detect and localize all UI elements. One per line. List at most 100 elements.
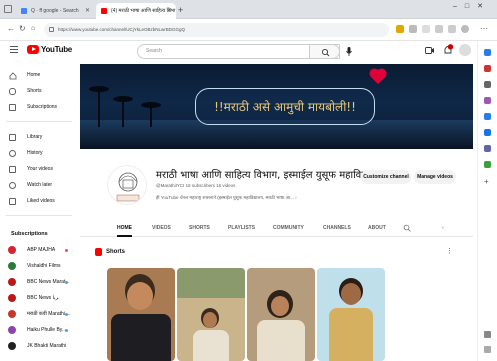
short-thumbnail[interactable] [317, 268, 385, 361]
channel-avatar [8, 262, 16, 270]
library-icon [9, 134, 16, 141]
subscription-label: BBC News ﺮﺑﺎ [27, 295, 59, 301]
channel-logo[interactable] [107, 165, 147, 205]
sidebar-item-history[interactable]: History [0, 147, 78, 160]
short-thumbnail[interactable] [107, 268, 175, 361]
subscription-label: JK Bhakti Marathi [27, 343, 67, 349]
palm-tree [98, 87, 100, 127]
sidebar-item-your-videos[interactable]: Your videos [0, 163, 78, 176]
subscription-item[interactable]: JK Bhakti Marathi [0, 340, 78, 353]
home-icon [9, 72, 17, 80]
drop-icon[interactable] [484, 161, 491, 168]
customize-channel-button[interactable]: Customize channel [361, 170, 411, 184]
browser-menu-icon[interactable] [4, 5, 12, 13]
tab-videos[interactable]: VIDEOS [152, 219, 171, 237]
search-button[interactable] [309, 44, 340, 59]
person-body [257, 320, 305, 361]
more-options-icon[interactable]: ⋮ [446, 247, 453, 255]
your-videos-icon [9, 166, 16, 173]
close-tab-icon[interactable]: ✕ [85, 3, 90, 19]
heart-icon [370, 69, 386, 85]
shopping-icon[interactable] [484, 65, 491, 72]
window-controls[interactable]: –□✕ [453, 2, 491, 10]
account-avatar[interactable] [459, 44, 471, 56]
channel-avatar [8, 278, 16, 286]
browser-more-icon[interactable]: ⋯ [480, 24, 488, 34]
subscription-label: ABP MAJHA [27, 247, 56, 253]
person-face [203, 312, 217, 328]
channel-avatar [8, 342, 16, 350]
office-icon[interactable] [484, 113, 491, 120]
lock-icon [49, 27, 54, 32]
notifications-icon[interactable] [443, 44, 454, 56]
sidebar-item-shorts[interactable]: Shorts [0, 85, 78, 98]
games-icon[interactable] [484, 97, 491, 104]
channel-search-icon[interactable] [403, 224, 411, 232]
sidebar-item-home[interactable]: Home [0, 69, 78, 82]
emblem-icon [116, 172, 140, 202]
browser-tab-google[interactable]: Q · ff google - Search ✕ [16, 3, 94, 19]
search-sidebar-icon[interactable] [484, 49, 491, 56]
youtube-logo-icon[interactable] [27, 45, 39, 54]
youtube-logo-text[interactable]: YouTube [41, 45, 72, 54]
tab-community[interactable]: COMMUNITY [273, 219, 304, 237]
favorites-icon[interactable] [435, 25, 443, 33]
sidebar-item-label: Shorts [27, 88, 42, 94]
new-content-dot-icon [65, 313, 68, 316]
sidebar-item-watch-later[interactable]: Watch later [0, 179, 78, 192]
profile-icon[interactable] [461, 25, 469, 33]
person-body [193, 330, 229, 361]
add-sidebar-icon[interactable]: + [484, 177, 489, 186]
palm-leaves [89, 86, 109, 92]
tab-about[interactable]: ABOUT [368, 219, 386, 237]
palm-leaves [141, 102, 161, 108]
subscription-label: मराठी कवी Marathi ... [27, 311, 71, 317]
extension-icon[interactable] [396, 25, 404, 33]
subscription-item[interactable]: BBC News Marat... [0, 276, 78, 289]
sidebar-item-liked-videos[interactable]: Liked videos [0, 195, 78, 208]
subscription-item[interactable]: मराठी कवी Marathi ... [0, 308, 78, 321]
subscription-item[interactable]: Vishaldhi Films [0, 260, 78, 273]
microphone-icon[interactable] [345, 46, 353, 57]
short-thumbnail[interactable] [177, 268, 245, 361]
browser-tab-youtube[interactable]: (4) मराठी भाषा आणि साहित्य विभा ✕ [96, 3, 176, 19]
sidebar-divider [6, 121, 72, 122]
sidebar-item-label: Liked videos [27, 198, 55, 204]
menu-icon[interactable] [10, 46, 18, 53]
sidebar-item-subscriptions[interactable]: Subscriptions [0, 101, 78, 114]
address-bar[interactable]: https://www.youtube.com/channel/UCjYkLeO… [44, 23, 389, 37]
short-thumbnail[interactable] [247, 268, 315, 361]
tab-shorts[interactable]: SHORTS [189, 219, 210, 237]
teams-icon[interactable] [484, 145, 491, 152]
youtube-favicon-icon [101, 8, 107, 14]
refresh-icon[interactable]: ↻ [19, 24, 26, 34]
extension-icon[interactable] [409, 25, 417, 33]
person-face [271, 296, 289, 316]
manage-videos-button[interactable]: Manage videos [414, 170, 456, 184]
subscription-item[interactable]: Haiku Phulle By... [0, 324, 78, 337]
tab-playlists[interactable]: PLAYLISTS [228, 219, 255, 237]
sidebar-item-label: Subscriptions [27, 104, 58, 110]
sidebar-settings-icon[interactable] [484, 331, 491, 338]
close-tab-icon[interactable]: ✕ [167, 3, 172, 19]
tab-home[interactable]: HOME [117, 219, 132, 237]
channel-description[interactable]: ही YouTube चॅनल महाराष्ट्र शासनाने (इस्म… [156, 195, 297, 201]
subscriptions-heading: Subscriptions [11, 231, 48, 237]
sidebar-item-library[interactable]: Library [0, 131, 78, 144]
subscription-item[interactable]: ABP MAJHA [0, 244, 78, 257]
collections-icon[interactable] [448, 25, 456, 33]
outlook-icon[interactable] [484, 129, 491, 136]
tools-icon[interactable] [484, 81, 491, 88]
extension-icon[interactable] [422, 25, 430, 33]
create-video-icon[interactable] [425, 46, 435, 55]
tab-channels[interactable]: CHANNELS [323, 219, 351, 237]
subscription-item[interactable]: BBC News ﺮﺑﺎ [0, 292, 78, 305]
new-tab-icon[interactable]: + [178, 3, 183, 17]
home-browser-icon[interactable]: ⌂ [31, 24, 35, 34]
history-icon [9, 150, 16, 157]
tabs-scroll-right-icon[interactable]: › [442, 219, 444, 237]
sidebar-item-label: Home [27, 72, 41, 78]
browser-sidebar: + [477, 41, 497, 361]
back-icon[interactable]: ← [7, 24, 15, 34]
sidebar-hide-icon[interactable] [484, 346, 491, 353]
